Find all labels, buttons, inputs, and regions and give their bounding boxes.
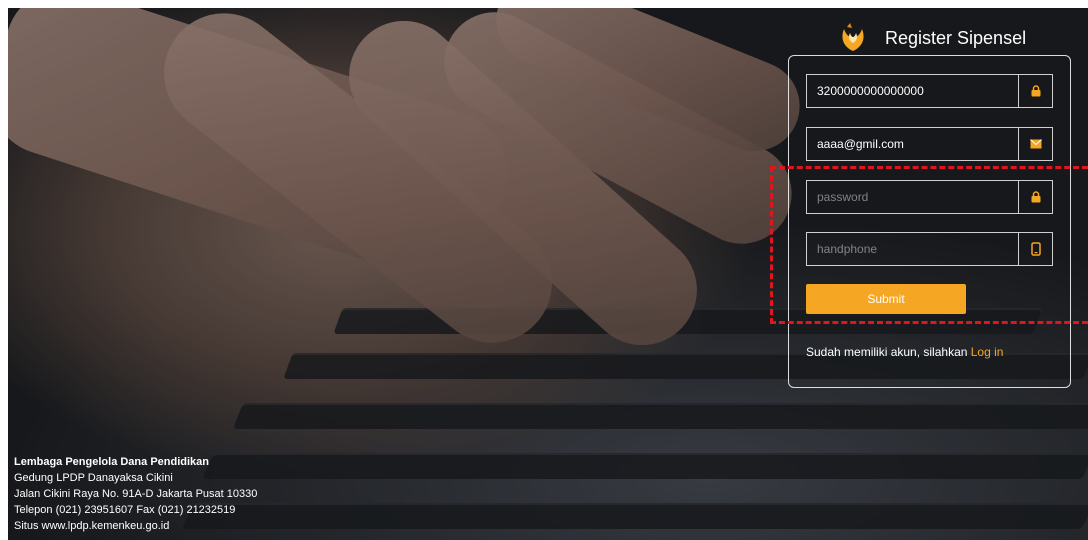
footer-org-name: Lembaga Pengelola Dana Pendidikan (14, 456, 209, 468)
brand-header: Register Sipensel (836, 20, 1026, 56)
email-input[interactable]: aaaa@gmil.com (807, 128, 1018, 160)
envelope-icon (1018, 128, 1052, 160)
nik-field[interactable]: 3200000000000000 (806, 74, 1053, 108)
lock-icon (1018, 75, 1052, 107)
nik-input[interactable]: 3200000000000000 (807, 75, 1018, 107)
page-title: Register Sipensel (885, 27, 1027, 48)
footer-phone: Telepon (021) 23951607 Fax (021) 2123251… (14, 504, 236, 516)
email-field[interactable]: aaaa@gmil.com (806, 127, 1053, 161)
login-link[interactable]: Log in (971, 345, 1004, 359)
highlight-box (770, 166, 1088, 324)
login-prompt-text: Sudah memiliki akun, silahkan (806, 345, 971, 359)
footer-building: Gedung LPDP Danayaksa Cikini (14, 472, 173, 484)
login-prompt: Sudah memiliki akun, silahkan Log in (806, 345, 1003, 359)
footer-street: Jalan Cikini Raya No. 91A-D Jakarta Pusa… (14, 488, 258, 500)
footer-address: Lembaga Pengelola Dana Pendidikan Gedung… (14, 454, 257, 534)
flame-logo-icon (842, 23, 864, 51)
footer-website: Situs www.lpdp.kemenkeu.go.id (14, 520, 170, 532)
